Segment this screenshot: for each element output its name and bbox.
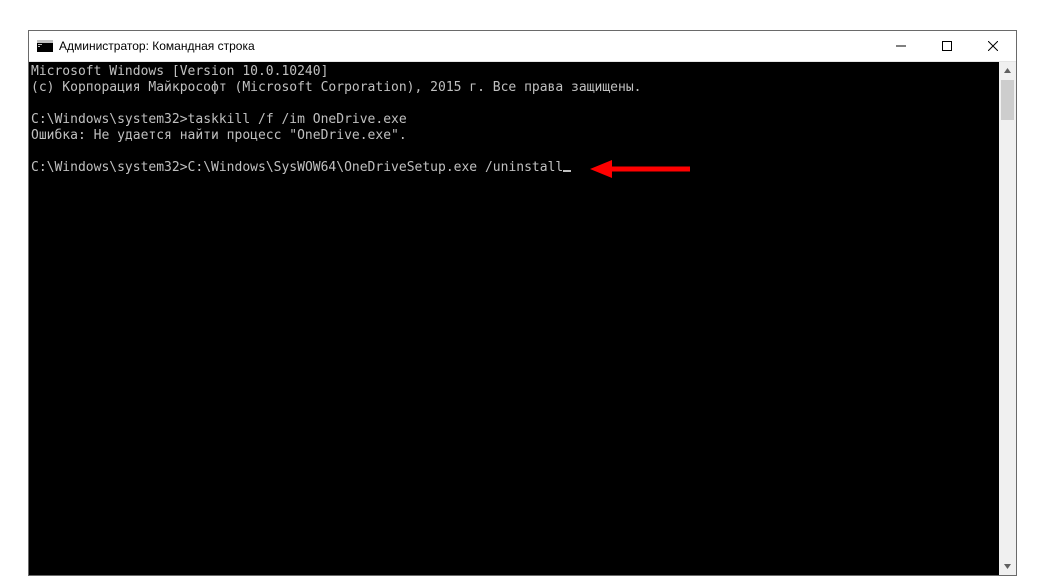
console-command: taskkill /f /im OneDrive.exe (188, 112, 407, 127)
minimize-button[interactable] (878, 31, 924, 61)
console-prompt: C:\Windows\system32> (31, 160, 188, 175)
vertical-scrollbar[interactable] (999, 62, 1016, 575)
client-area: Microsoft Windows [Version 10.0.10240] (… (29, 62, 1016, 575)
cmd-window: Администратор: Командная строка Microsof… (28, 30, 1017, 576)
scroll-up-button[interactable] (999, 62, 1016, 79)
console-output[interactable]: Microsoft Windows [Version 10.0.10240] (… (29, 62, 999, 575)
title-bar[interactable]: Администратор: Командная строка (29, 31, 1016, 62)
window-title: Администратор: Командная строка (59, 39, 255, 53)
text-cursor (563, 170, 571, 172)
close-button[interactable] (970, 31, 1016, 61)
console-line: Microsoft Windows [Version 10.0.10240] (31, 64, 328, 79)
console-prompt: C:\Windows\system32> (31, 112, 188, 127)
screenshot-root: Администратор: Командная строка Microsof… (0, 0, 1047, 580)
maximize-button[interactable] (924, 31, 970, 61)
cmd-icon (37, 38, 53, 54)
console-command: C:\Windows\SysWOW64\OneDriveSetup.exe /u… (188, 160, 564, 175)
scroll-thumb[interactable] (1001, 80, 1014, 120)
console-line: (c) Корпорация Майкрософт (Microsoft Cor… (31, 80, 641, 95)
console-line: Ошибка: Не удается найти процесс "OneDri… (31, 128, 407, 143)
scroll-down-button[interactable] (999, 558, 1016, 575)
